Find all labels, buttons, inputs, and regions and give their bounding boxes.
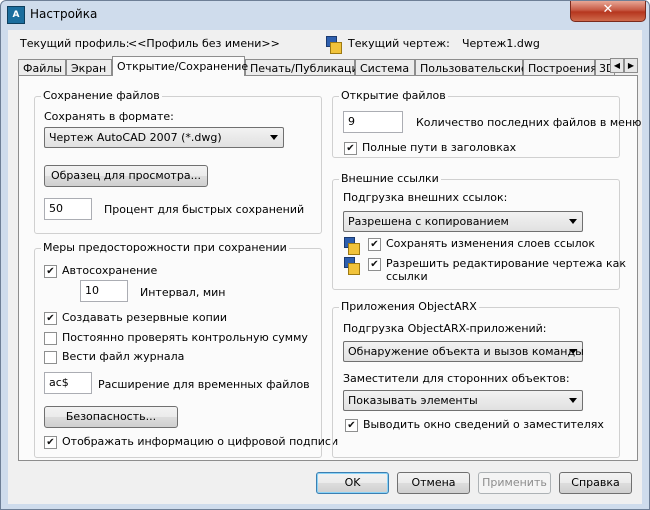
xref-edit-icon xyxy=(344,257,360,275)
xrefs-title: Внешние ссылки xyxy=(339,172,441,185)
save-format-select[interactable]: Чертеж AutoCAD 2007 (*.dwg) xyxy=(44,127,284,148)
file-safety-title: Меры предосторожности при сохранении xyxy=(41,241,289,254)
file-save-title: Сохранение файлов xyxy=(41,89,162,102)
autosave-interval-input[interactable]: 10 xyxy=(80,280,128,302)
recent-files-count-label: Количество последних файлов в меню xyxy=(416,116,642,129)
retain-xref-layers-checkbox[interactable]: ✔ xyxy=(368,238,381,251)
allow-xref-edit-checkbox[interactable]: ✔ xyxy=(368,258,381,271)
demand-load-xrefs-select[interactable]: Разрешена с копированием xyxy=(343,211,583,232)
title-bar[interactable]: A Настройка ✕ xyxy=(1,1,649,29)
tab-plot-publish[interactable]: Печать/Публикация xyxy=(245,59,365,75)
temp-extension-label: Расширение для временных файлов xyxy=(98,378,310,391)
arx-demand-load-value: Обнаружение объекта и вызов команды xyxy=(348,345,584,358)
tab-drafting[interactable]: Построения xyxy=(523,59,597,75)
xref-layers-icon xyxy=(344,237,360,255)
arx-demand-load-select[interactable]: Обнаружение объекта и вызов команды xyxy=(343,341,584,362)
proxy-images-select[interactable]: Показывать элементы xyxy=(343,390,583,411)
tab-display[interactable]: Экран xyxy=(66,59,112,75)
chevron-down-icon xyxy=(569,349,577,354)
autocad-app-icon: A xyxy=(7,6,25,24)
file-open-group: Открытие файлов 9 Количество последних ф… xyxy=(332,89,641,158)
apply-button[interactable]: Применить xyxy=(478,472,551,494)
digital-signature-label: Отображать информацию о цифровой подписи xyxy=(62,435,339,448)
full-path-label: Полные пути в заголовках xyxy=(362,141,517,154)
options-dialog: A Настройка ✕ Текущий профиль: <<Профиль… xyxy=(0,0,650,510)
crc-check-label: Постоянно проверять контрольную сумму xyxy=(62,331,308,344)
save-format-label: Сохранять в формате: xyxy=(44,110,174,123)
proxy-info-checkbox[interactable]: ✔ xyxy=(345,419,358,432)
current-drawing-label: Текущий чертеж: xyxy=(348,37,450,50)
dialog-body: Текущий профиль: <<Профиль без имени>> Т… xyxy=(8,30,642,504)
backup-copy-checkbox[interactable]: ✔ xyxy=(44,312,57,325)
current-profile-label: Текущий профиль: xyxy=(20,37,130,50)
recent-files-count-input[interactable]: 9 xyxy=(343,111,403,133)
file-save-group: Сохранение файлов Сохранять в формате: Ч… xyxy=(34,89,322,234)
save-format-value: Чертеж AutoCAD 2007 (*.dwg) xyxy=(49,131,222,144)
tab-files[interactable]: Файлы xyxy=(18,59,66,75)
file-safety-group: Меры предосторожности при сохранении ✔ А… xyxy=(34,241,338,458)
security-button[interactable]: Безопасность... xyxy=(44,406,178,428)
digital-signature-checkbox[interactable]: ✔ xyxy=(44,436,57,449)
window-title: Настройка xyxy=(30,7,98,21)
allow-xref-edit-label-line1: Разрешить редактирование чертежа как xyxy=(386,257,627,270)
current-drawing-value: Чертеж1.dwg xyxy=(462,37,540,50)
autosave-label: Автосохранение xyxy=(62,264,158,277)
tab-strip: Файлы Экран Открытие/Сохранение Печать/П… xyxy=(18,56,638,76)
proxy-info-label: Выводить окно сведений о заместителях xyxy=(363,418,604,431)
tab-user-preferences[interactable]: Пользовательские xyxy=(415,59,528,75)
incremental-save-input[interactable]: 50 xyxy=(44,198,92,220)
xrefs-group: Внешние ссылки Подгрузка внешних ссылок:… xyxy=(332,172,626,290)
tab-scroll-right-icon[interactable]: ▶ xyxy=(624,58,638,73)
tab-system[interactable]: Система xyxy=(355,59,415,75)
allow-xref-edit-label-line2: ссылки xyxy=(386,270,428,283)
objectarx-group: Приложения ObjectARX Подгрузка ObjectARX… xyxy=(332,300,620,458)
thumbnail-preview-button[interactable]: Образец для просмотра... xyxy=(44,165,208,187)
cancel-button[interactable]: Отмена xyxy=(397,472,470,494)
temp-extension-input[interactable]: ac$ xyxy=(44,372,92,394)
log-file-checkbox[interactable] xyxy=(44,351,57,364)
chevron-down-icon xyxy=(270,135,278,140)
current-profile-value: <<Профиль без имени>> xyxy=(128,37,280,50)
proxy-images-value: Показывать элементы xyxy=(348,394,478,407)
file-open-title: Открытие файлов xyxy=(339,89,448,102)
log-file-label: Вести файл журнала xyxy=(62,350,185,363)
profile-row: Текущий профиль: <<Профиль без имени>> Т… xyxy=(20,36,630,54)
objectarx-title: Приложения ObjectARX xyxy=(339,300,479,313)
demand-load-xrefs-label: Подгрузка внешних ссылок: xyxy=(343,191,508,204)
autosave-interval-label: Интервал, мин xyxy=(140,286,226,299)
help-button[interactable]: Справка xyxy=(559,472,632,494)
chevron-down-icon xyxy=(569,219,577,224)
drawing-icon xyxy=(326,36,342,54)
close-button[interactable]: ✕ xyxy=(570,1,646,22)
chevron-down-icon xyxy=(569,398,577,403)
open-save-panel: Сохранение файлов Сохранять в формате: Ч… xyxy=(18,75,641,461)
tab-open-save[interactable]: Открытие/Сохранение xyxy=(112,56,248,76)
proxy-images-label: Заместители для сторонних объектов: xyxy=(343,372,570,385)
backup-copy-label: Создавать резервные копии xyxy=(62,311,228,324)
autosave-checkbox[interactable]: ✔ xyxy=(44,265,57,278)
full-path-checkbox[interactable]: ✔ xyxy=(344,142,357,155)
tab-scroll-left-icon[interactable]: ◀ xyxy=(610,58,624,73)
incremental-save-label: Процент для быстрых сохранений xyxy=(104,203,305,216)
arx-demand-load-label: Подгрузка ObjectARX-приложений: xyxy=(343,322,547,335)
ok-button[interactable]: OK xyxy=(316,472,389,494)
retain-xref-layers-label: Сохранять изменения слоев ссылок xyxy=(386,237,596,250)
crc-check-checkbox[interactable] xyxy=(44,332,57,345)
demand-load-xrefs-value: Разрешена с копированием xyxy=(348,215,509,228)
